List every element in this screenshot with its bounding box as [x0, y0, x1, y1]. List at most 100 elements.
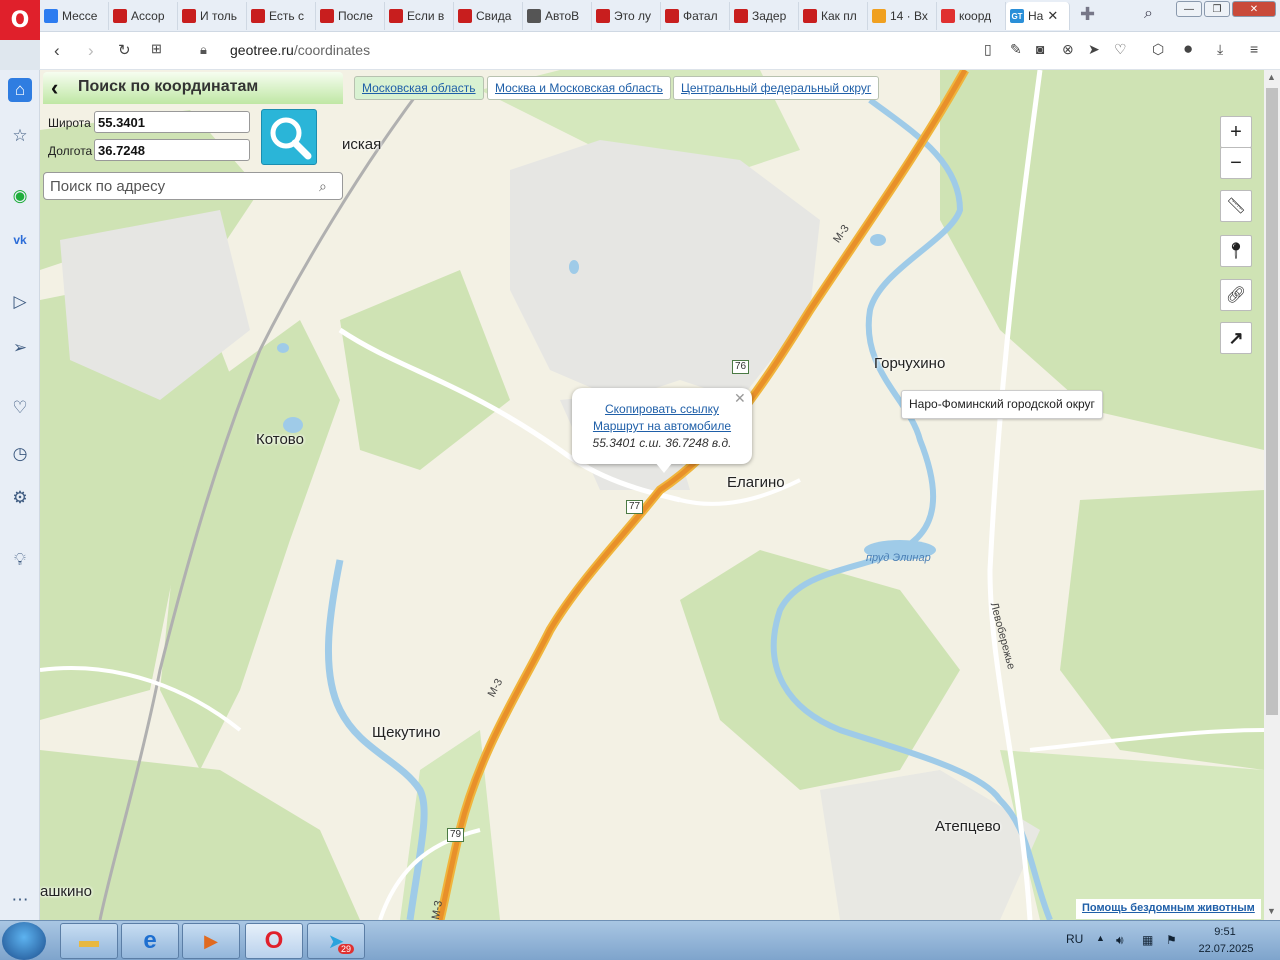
longitude-input[interactable] [94, 139, 250, 161]
opera-task-button[interactable]: O [245, 923, 303, 959]
reload-icon[interactable]: ↻ [118, 41, 131, 59]
cube-icon[interactable]: ⬡ [1152, 41, 1164, 58]
scroll-thumb[interactable] [1266, 88, 1278, 715]
browser-tab-active[interactable]: GT На ✕ [1006, 2, 1070, 30]
tab-label: АвтоВ [545, 9, 580, 23]
explorer-task-button[interactable]: ▬ [60, 923, 118, 959]
tab-search-icon[interactable]: ⌕ [1144, 5, 1153, 23]
action-center-icon[interactable]: ⚑ [1166, 933, 1177, 947]
browser-tab[interactable]: Ассор [109, 2, 178, 30]
back-arrow-icon[interactable]: ‹ [51, 75, 58, 101]
zoom-in-button[interactable]: + [1220, 116, 1252, 148]
browser-tab[interactable]: Задер [730, 2, 799, 30]
browser-tab[interactable]: И толь [178, 2, 247, 30]
profile-icon[interactable]: ● [1183, 39, 1193, 59]
tab-favicon-icon [665, 9, 679, 23]
zoom-out-button[interactable]: − [1220, 147, 1252, 179]
lock-icon[interactable]: 🔒︎ [200, 42, 207, 58]
search-icon[interactable]: ⌕ [319, 178, 327, 195]
menu-icon[interactable]: ≡ [1250, 41, 1258, 57]
tab-label: Как пл [821, 9, 857, 23]
scroll-up-icon[interactable]: ▲ [1267, 72, 1276, 82]
camera-icon[interactable]: ◙ [1036, 41, 1044, 57]
help-animals-link[interactable]: Помощь бездомным животным [1076, 899, 1261, 919]
browser-tab[interactable]: АвтоВ [523, 2, 592, 30]
browser-tab[interactable]: Фатал [661, 2, 730, 30]
url-field[interactable]: geotree.ru/coordinates [230, 42, 370, 58]
clock-date[interactable]: 22.07.2025 [1196, 943, 1256, 955]
link-icon[interactable]: 🔗︎ [1220, 279, 1252, 311]
browser-tab[interactable]: Свида [454, 2, 523, 30]
browser-tab[interactable]: Мессе [40, 2, 109, 30]
home-icon[interactable]: ⌂ [8, 78, 32, 102]
folder-icon: ▬ [79, 929, 99, 952]
page-scrollbar[interactable]: ▲ ▼ [1264, 70, 1280, 920]
network-icon[interactable]: ▦ [1142, 933, 1153, 947]
browser-tab[interactable]: Если в [385, 2, 454, 30]
browser-tab[interactable]: 14 · Вх [868, 2, 937, 30]
opera-menu-button[interactable]: O [0, 0, 40, 40]
telegram-task-button[interactable]: ➤ 29 [307, 923, 365, 959]
minimize-button[interactable]: — [1176, 1, 1202, 17]
restore-button[interactable]: ❐ [1204, 1, 1230, 17]
history-icon[interactable]: ◷ [8, 442, 32, 466]
download-icon[interactable]: ⤓ [1217, 41, 1223, 58]
region-link-moscow-and-oblast[interactable]: Москва и Московская область [487, 76, 671, 100]
forward-icon[interactable]: › [88, 41, 94, 61]
browser-tab[interactable]: коорд [937, 2, 1006, 30]
settings-icon[interactable]: ⚙ [8, 486, 32, 510]
whatsapp-icon[interactable]: ◉ [8, 184, 32, 208]
url-path: /coordinates [293, 42, 371, 58]
browser-tab[interactable]: Есть с [247, 2, 316, 30]
player-icon[interactable]: ▷ [8, 290, 32, 314]
heart-icon[interactable]: ♡ [1114, 41, 1127, 58]
more-icon[interactable]: ⋯ [8, 888, 32, 912]
route-link[interactable]: Маршрут на автомобиле [572, 419, 752, 433]
tab-label: Ассор [131, 9, 165, 23]
road-number-76: 76 [732, 360, 750, 374]
copy-link[interactable]: Скопировать ссылку [572, 402, 752, 416]
pin-icon[interactable]: 📍︎ [1220, 235, 1252, 267]
media-player-icon: ▶ [204, 930, 218, 951]
tab-label: Задер [752, 9, 787, 23]
adblock-icon[interactable]: ⊗ [1062, 41, 1074, 58]
send-icon[interactable]: ➤ [1088, 41, 1100, 58]
browser-tab[interactable]: Как пл [799, 2, 868, 30]
browser-tab[interactable]: После [316, 2, 385, 30]
back-icon[interactable]: ‹ [54, 41, 60, 61]
reader-icon[interactable]: ▯ [984, 41, 992, 58]
route-arrow-icon[interactable]: ↗ [1220, 322, 1252, 354]
new-tab-button[interactable]: ✚ [1080, 4, 1095, 25]
tabs-grid-icon[interactable]: ⊞ [151, 41, 162, 57]
send-icon[interactable]: ➢ [8, 336, 32, 360]
popup-tail [655, 462, 673, 473]
tab-favicon-icon [113, 9, 127, 23]
scroll-down-icon[interactable]: ▼ [1267, 906, 1276, 916]
region-link-central-district[interactable]: Центральный федеральный округ [673, 76, 880, 100]
search-button[interactable] [261, 109, 317, 165]
heart-icon[interactable]: ♡ [8, 396, 32, 420]
lightbulb-icon[interactable]: 💡︎ [8, 548, 32, 572]
place-label-atepcevo: Атепцево [935, 818, 1001, 835]
ie-task-button[interactable]: e [121, 923, 179, 959]
star-icon[interactable]: ☆ [8, 124, 32, 148]
browser-tab[interactable]: Это лу [592, 2, 661, 30]
ruler-icon[interactable]: 📏︎ [1220, 190, 1252, 222]
tray-expand-icon[interactable]: ▲ [1096, 933, 1105, 943]
tab-favicon-icon [527, 9, 541, 23]
tab-close-icon[interactable]: ✕ [1047, 8, 1058, 24]
road-number-79: 79 [447, 828, 465, 842]
tab-label: На [1028, 9, 1044, 23]
latitude-input[interactable] [94, 111, 250, 133]
window-close-button[interactable]: ✕ [1232, 1, 1276, 17]
tab-label: Фатал [683, 9, 718, 23]
language-indicator[interactable]: RU [1066, 932, 1083, 946]
region-link-moscow-oblast[interactable]: Московская область [354, 76, 484, 100]
edit-icon[interactable]: ✎ [1010, 41, 1022, 58]
clock-time[interactable]: 9:51 [1200, 926, 1250, 938]
volume-icon[interactable]: 🔊︎ [1116, 933, 1124, 948]
media-player-task-button[interactable]: ▶ [182, 923, 240, 959]
vk-icon[interactable]: vk [8, 228, 32, 252]
address-search-input[interactable] [43, 172, 343, 200]
start-button[interactable] [2, 922, 46, 960]
